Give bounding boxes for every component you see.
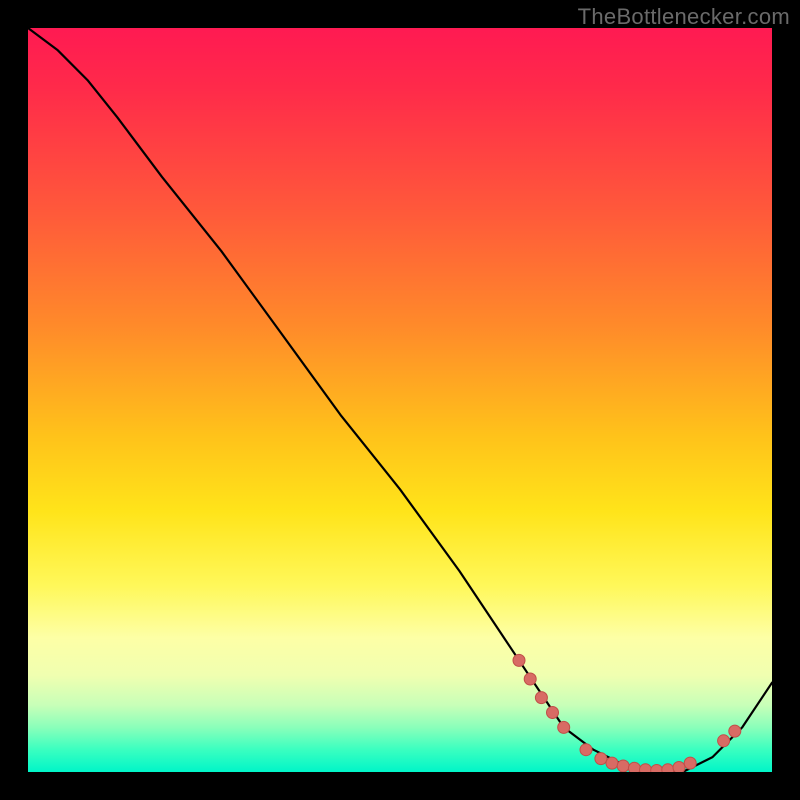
chart-frame: TheBottlenecker.com xyxy=(0,0,800,800)
curve-marker xyxy=(673,762,685,773)
curve-marker xyxy=(684,757,696,769)
curve-marker xyxy=(606,757,618,769)
curve-marker xyxy=(547,707,559,719)
watermark-text: TheBottlenecker.com xyxy=(578,4,790,30)
curve-marker xyxy=(640,764,652,772)
curve-markers xyxy=(513,654,741,772)
plot-area xyxy=(28,28,772,772)
curve-marker xyxy=(729,725,741,737)
curve-marker xyxy=(558,721,570,733)
bottleneck-curve xyxy=(28,28,772,772)
curve-marker xyxy=(628,762,640,772)
curve-marker xyxy=(617,760,629,772)
curve-marker xyxy=(651,765,663,773)
curve-marker xyxy=(524,673,536,685)
curve-marker xyxy=(580,744,592,756)
curve-marker xyxy=(513,654,525,666)
curve-layer xyxy=(28,28,772,772)
curve-marker xyxy=(535,692,547,704)
curve-marker xyxy=(662,764,674,772)
curve-marker xyxy=(718,735,730,747)
curve-marker xyxy=(595,753,607,765)
